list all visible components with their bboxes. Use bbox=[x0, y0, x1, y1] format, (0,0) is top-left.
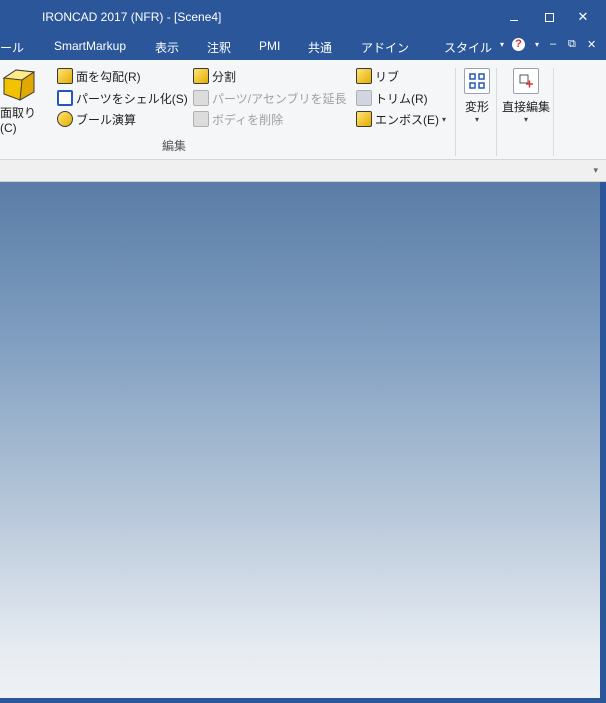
chamfer-button[interactable]: 面取り(C) bbox=[0, 66, 46, 135]
tab-addin[interactable]: アドイン bbox=[361, 39, 409, 56]
face-draft-button[interactable]: 面を勾配(R) bbox=[57, 66, 141, 86]
tab-pmi[interactable]: PMI bbox=[259, 39, 280, 53]
help-icon[interactable]: ? bbox=[512, 38, 525, 51]
tab-tool[interactable]: ール bbox=[0, 39, 24, 56]
boolean-icon bbox=[57, 111, 73, 127]
direct-edit-button[interactable]: 直接編集 ▾ bbox=[500, 68, 552, 124]
split-button[interactable]: 分割 bbox=[193, 66, 236, 86]
window-border-bottom bbox=[0, 698, 606, 703]
title-bar: IRONCAD 2017 (NFR) - [Scene4] ✕ bbox=[0, 0, 606, 34]
trim-label: トリム(R) bbox=[375, 91, 428, 106]
style-dropdown-caret[interactable]: ▾ bbox=[500, 40, 504, 49]
close-button[interactable]: ✕ bbox=[566, 0, 600, 34]
transform-button[interactable]: 変形 ▾ bbox=[462, 68, 492, 124]
face-draft-icon bbox=[57, 68, 73, 84]
rib-label: リブ bbox=[375, 69, 400, 84]
extend-part-button[interactable]: パーツ/アセンブリを延長 bbox=[193, 88, 347, 108]
doc-minimize-button[interactable]: ‒ bbox=[550, 38, 556, 50]
emboss-label: エンボス(E) bbox=[375, 112, 439, 127]
trim-button[interactable]: トリム(R) bbox=[356, 88, 428, 108]
tab-annotation[interactable]: 注釈 bbox=[207, 39, 231, 56]
window-border-right bbox=[600, 182, 606, 703]
extend-part-label: パーツ/アセンブリを延長 bbox=[212, 91, 347, 106]
split-label: 分割 bbox=[212, 69, 237, 84]
chamfer-cube-icon bbox=[2, 69, 36, 101]
delete-body-label: ボディを削除 bbox=[212, 112, 284, 127]
ribbon-divider bbox=[553, 68, 554, 156]
boolean-button[interactable]: ブール演算 bbox=[57, 109, 136, 129]
face-draft-label: 面を勾配(R) bbox=[76, 69, 141, 84]
rib-icon bbox=[356, 68, 372, 84]
edit-group-label: 編集 bbox=[162, 139, 187, 153]
maximize-button[interactable] bbox=[532, 0, 566, 34]
transform-dropdown-caret[interactable]: ▾ bbox=[462, 115, 492, 124]
shell-icon bbox=[57, 90, 73, 106]
help-dropdown-caret[interactable]: ▾ bbox=[535, 40, 539, 49]
shell-part-label: パーツをシェル化(S) bbox=[76, 91, 188, 106]
ribbon-collapse-strip: ▾ bbox=[0, 160, 606, 182]
delete-body-icon bbox=[193, 111, 209, 127]
direct-edit-label: 直接編集 bbox=[501, 100, 550, 114]
minimize-icon bbox=[510, 20, 518, 22]
window-title: IRONCAD 2017 (NFR) - [Scene4] bbox=[42, 10, 222, 24]
maximize-icon bbox=[544, 13, 554, 23]
ribbon-panel: 面取り(C) 面を勾配(R) パーツをシェル化(S) ブール演算 分割 パーツ/… bbox=[0, 60, 606, 160]
doc-close-button[interactable]: ✕ bbox=[587, 38, 596, 51]
emboss-icon bbox=[356, 111, 372, 127]
transform-label: 変形 bbox=[464, 100, 489, 114]
doc-restore-button[interactable]: ⧉ bbox=[568, 38, 576, 51]
tab-smartmarkup[interactable]: SmartMarkup bbox=[54, 39, 126, 53]
chamfer-label: 面取り(C) bbox=[0, 106, 37, 135]
minimize-button[interactable] bbox=[497, 0, 531, 34]
tab-common[interactable]: 共通 bbox=[308, 39, 332, 56]
extend-icon bbox=[193, 90, 209, 106]
ribbon-divider bbox=[496, 68, 497, 156]
tab-view[interactable]: 表示 bbox=[155, 39, 179, 56]
ribbon-collapse-caret[interactable]: ▾ bbox=[593, 165, 598, 176]
transform-icon bbox=[464, 68, 490, 94]
emboss-button[interactable]: エンボス(E) ▾ bbox=[356, 109, 446, 129]
split-icon bbox=[193, 68, 209, 84]
direct-edit-dropdown-caret[interactable]: ▾ bbox=[500, 115, 552, 124]
trim-icon bbox=[356, 90, 372, 106]
shell-part-button[interactable]: パーツをシェル化(S) bbox=[57, 88, 188, 108]
scene-viewport[interactable] bbox=[0, 182, 600, 698]
direct-edit-icon bbox=[513, 68, 539, 94]
delete-body-button[interactable]: ボディを削除 bbox=[193, 109, 283, 129]
emboss-dropdown-caret[interactable]: ▾ bbox=[442, 115, 446, 124]
tab-style[interactable]: スタイル bbox=[444, 39, 492, 56]
boolean-label: ブール演算 bbox=[76, 112, 137, 127]
rib-button[interactable]: リブ bbox=[356, 66, 399, 86]
ribbon-divider bbox=[455, 68, 456, 156]
